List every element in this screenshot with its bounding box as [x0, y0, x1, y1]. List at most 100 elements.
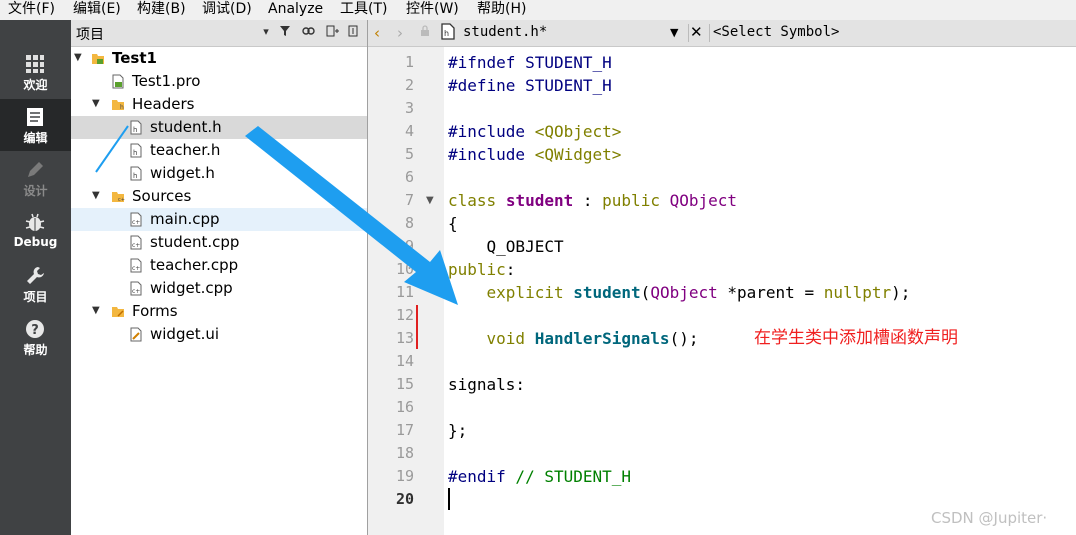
chevron-down-icon[interactable]: ▼ [92, 190, 104, 202]
tree-item-project[interactable]: ▼ Test1 [71, 47, 367, 70]
file-type-icon: h [441, 23, 455, 44]
mode-edit[interactable]: 编辑 [0, 99, 71, 151]
source-file-icon: c+ [130, 235, 142, 250]
tree-item-file[interactable]: c+ widget.cpp [71, 277, 367, 300]
tree-item-label: teacher.cpp [150, 256, 239, 274]
tree-item-folder[interactable]: ▼ Forms [71, 300, 367, 323]
line-number: 15 [395, 375, 414, 393]
line-number: 11 [395, 283, 414, 301]
line-number: 19 [395, 467, 414, 485]
line-number: 8 [404, 214, 414, 232]
document-icon [27, 108, 43, 126]
bug-icon [25, 213, 45, 231]
help-icon: ? [26, 320, 44, 338]
code-line: #define STUDENT_H [448, 76, 612, 95]
chevron-down-icon[interactable]: ▼ [670, 26, 678, 39]
header-file-icon: h [130, 166, 142, 181]
code-line: #include <QObject> [448, 122, 622, 141]
tree-item-label: widget.h [150, 164, 215, 182]
line-number: 5 [404, 145, 414, 163]
fold-arrow-icon[interactable]: ▼ [426, 195, 434, 206]
line-number: 9 [404, 237, 414, 255]
tree-item-file[interactable]: widget.ui [71, 323, 367, 346]
folder-icon: c+ [112, 192, 125, 203]
menu-widgets[interactable]: 控件(W) [406, 0, 459, 19]
tree-item-file[interactable]: h widget.h [71, 162, 367, 185]
split-icon[interactable] [325, 25, 339, 39]
menu-tools[interactable]: 工具(T) [340, 0, 387, 19]
close-panel-icon[interactable] [346, 25, 360, 39]
code-line: signals: [448, 375, 526, 394]
svg-text:h: h [133, 149, 137, 157]
chevron-down-icon[interactable]: ▼ [92, 305, 104, 317]
svg-text:c+: c+ [132, 219, 140, 226]
mode-edit-label: 编辑 [23, 131, 48, 145]
line-number: 1 [404, 53, 414, 71]
svg-text:h: h [133, 172, 137, 180]
toolbar-divider [709, 24, 710, 42]
editor-toolbar: ‹ › h student.h* ▼ ✕ <Select Symbol> [368, 20, 1076, 47]
menu-bar: 文件(F) 编辑(E) 构建(B) 调试(D) Analyze 工具(T) 控件… [0, 0, 1076, 20]
tree-item-file[interactable]: Test1.pro [71, 70, 367, 93]
nav-forward-icon[interactable]: › [397, 24, 403, 42]
tree-item-file-selected[interactable]: h student.h [71, 116, 367, 139]
tree-item-file[interactable]: c+ student.cpp [71, 231, 367, 254]
project-view-select[interactable]: 项目 [76, 24, 104, 44]
close-icon[interactable]: ✕ [690, 23, 703, 41]
mode-welcome[interactable]: 欢迎 [0, 46, 71, 98]
link-icon[interactable] [301, 25, 315, 39]
forms-folder-icon [112, 307, 124, 317]
header-file-icon: h [130, 120, 142, 135]
code-line: { [448, 214, 458, 233]
mode-design-label: 设计 [23, 184, 48, 198]
code-editor[interactable]: #ifndef STUDENT_H #define STUDENT_H #inc… [444, 47, 1076, 535]
tree-item-label: student.cpp [150, 233, 240, 251]
change-marker [416, 305, 418, 349]
svg-text:h: h [120, 104, 124, 111]
mode-design[interactable]: 设计 [0, 152, 71, 204]
mode-debug[interactable]: Debug [0, 205, 71, 257]
code-line: Q_OBJECT [448, 237, 564, 256]
tree-item-label: Test1.pro [132, 72, 201, 90]
filter-icon[interactable] [278, 25, 292, 39]
mode-debug-label: Debug [13, 235, 58, 249]
line-number: 3 [404, 99, 414, 117]
tree-item-label: widget.cpp [150, 279, 233, 297]
line-number: 13 [395, 329, 414, 347]
menu-build[interactable]: 构建(B) [137, 0, 186, 19]
dropdown-icon[interactable]: ▾ [259, 25, 273, 39]
chevron-down-icon[interactable]: ▼ [92, 98, 104, 110]
chevron-down-icon[interactable]: ▼ [74, 52, 86, 64]
tree-item-folder[interactable]: ▼ c+ Sources [71, 185, 367, 208]
mode-sidebar: 欢迎 编辑 设计 Debug 项目 ? 帮助 [0, 20, 71, 535]
menu-analyze[interactable]: Analyze [268, 0, 323, 19]
tree-item-file[interactable]: h teacher.h [71, 139, 367, 162]
menu-help[interactable]: 帮助(H) [477, 0, 526, 19]
tree-item-file[interactable]: c+ teacher.cpp [71, 254, 367, 277]
code-line: #endif // STUDENT_H [448, 467, 632, 486]
tree-item-label: student.h [150, 118, 222, 136]
menu-file[interactable]: 文件(F) [8, 0, 55, 19]
code-line: class student : public QObject [448, 191, 738, 210]
svg-text:h: h [133, 126, 137, 134]
menu-edit[interactable]: 编辑(E) [73, 0, 121, 19]
tree-item-label: Sources [132, 187, 192, 205]
svg-text:c+: c+ [132, 265, 140, 272]
menu-debug[interactable]: 调试(D) [202, 0, 252, 19]
tree-item-folder[interactable]: ▼ h Headers [71, 93, 367, 116]
folder-icon: h [112, 100, 124, 111]
mode-help[interactable]: ? 帮助 [0, 311, 71, 363]
nav-back-icon[interactable]: ‹ [374, 24, 380, 42]
line-number: 12 [395, 306, 414, 324]
pro-file-icon [112, 74, 124, 89]
svg-text:c+: c+ [118, 197, 125, 203]
line-number: 2 [404, 76, 414, 94]
code-line: explicit student(QObject *parent = nullp… [486, 283, 911, 302]
mode-help-label: 帮助 [23, 343, 48, 357]
symbol-select[interactable]: <Select Symbol> [713, 24, 839, 40]
file-tab[interactable]: student.h* [463, 24, 547, 40]
tree-item-file[interactable]: c+ main.cpp [71, 208, 367, 231]
mode-projects[interactable]: 项目 [0, 258, 71, 310]
source-file-icon: c+ [130, 212, 142, 227]
code-line: #ifndef STUDENT_H [448, 53, 612, 72]
